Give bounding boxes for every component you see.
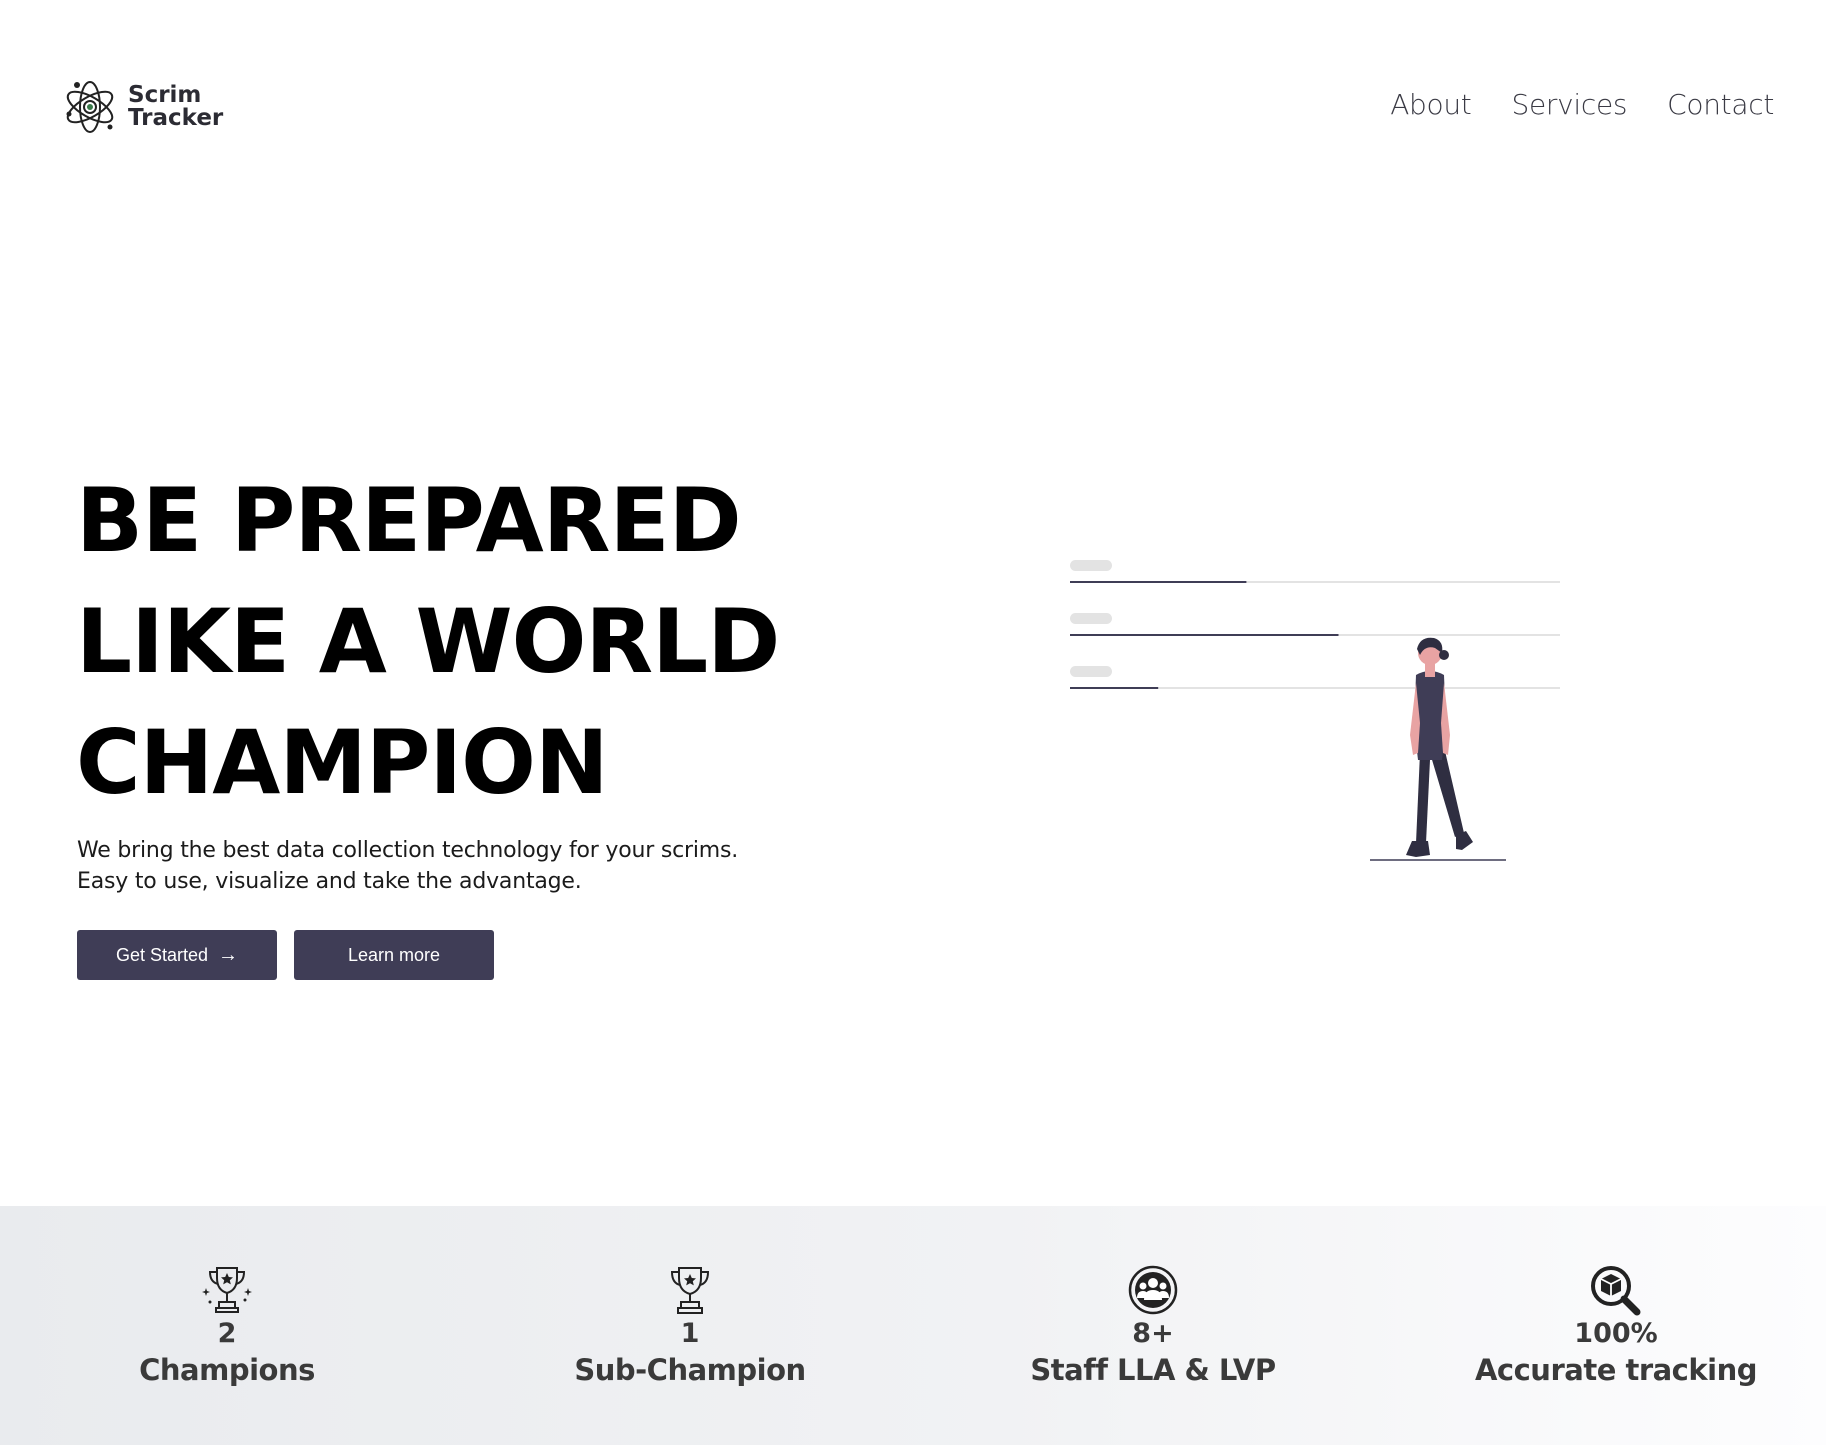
stat-staff: 8+ Staff LLA & LVP	[953, 1264, 1353, 1390]
progress-label-2	[1070, 613, 1112, 624]
brand-name: Scrim Tracker	[128, 84, 223, 130]
nav-link-contact[interactable]: Contact	[1667, 88, 1774, 121]
atom-icon	[66, 81, 114, 133]
trophy-sparkle-icon	[202, 1267, 252, 1313]
stat-value: 2	[217, 1318, 237, 1349]
get-started-label: Get Started	[115, 944, 209, 965]
woman-figure	[1370, 637, 1506, 861]
stat-accuracy: 100% Accurate tracking	[1416, 1264, 1816, 1390]
hero-subtitle-line-2: Easy to use, visualize and take the adva…	[77, 869, 582, 894]
site-header: Scrim Tracker About Services Contact	[0, 0, 1826, 215]
learn-more-label: Learn more	[347, 944, 441, 965]
hero-title-line-3: CHAMPION	[76, 711, 609, 814]
stat-label: Sub-Champion	[574, 1353, 806, 1387]
progress-lines	[1070, 560, 1560, 689]
hero-title-line-2: LIKE A WORLD	[76, 590, 780, 693]
hero-title: BE PREPARED LIKE A WORLD CHAMPION	[76, 460, 780, 823]
get-started-button[interactable]: Get Started →	[77, 930, 277, 980]
trophy-icon	[670, 1267, 710, 1314]
main-nav: About Services Contact	[1390, 88, 1774, 121]
stat-value: 100%	[1574, 1318, 1658, 1349]
stat-label: Staff LLA & LVP	[1030, 1353, 1276, 1387]
brand-name-line2: Tracker	[128, 105, 224, 131]
hero-subtitle: We bring the best data collection techno…	[77, 835, 797, 897]
stat-champions: 2 Champions	[27, 1264, 427, 1390]
stat-label: Champions	[139, 1353, 315, 1387]
progress-label-3	[1070, 666, 1112, 677]
nav-link-services[interactable]: Services	[1511, 88, 1627, 121]
stat-value: 8+	[1132, 1318, 1174, 1349]
stats-section: 2 Champions 1 Sub-Champion 8+ Staff LLA …	[0, 1206, 1826, 1445]
arrow-right-icon: →	[218, 944, 239, 966]
hero-subtitle-line-1: We bring the best data collection techno…	[77, 838, 739, 863]
nav-link-about[interactable]: About	[1390, 88, 1472, 121]
magnifier-cube-icon	[1591, 1266, 1641, 1316]
stat-sub-champion: 1 Sub-Champion	[490, 1264, 890, 1390]
stat-label: Accurate tracking	[1474, 1353, 1758, 1387]
stat-value: 1	[680, 1318, 700, 1349]
brand-logo[interactable]: Scrim Tracker	[62, 78, 223, 136]
brand-name-line1: Scrim	[128, 82, 202, 108]
hero-illustration	[1070, 560, 1560, 861]
progress-label-1	[1070, 560, 1112, 571]
hero-title-line-1: BE PREPARED	[76, 469, 742, 572]
learn-more-button[interactable]: Learn more	[294, 930, 494, 980]
staff-group-icon	[1128, 1265, 1178, 1315]
